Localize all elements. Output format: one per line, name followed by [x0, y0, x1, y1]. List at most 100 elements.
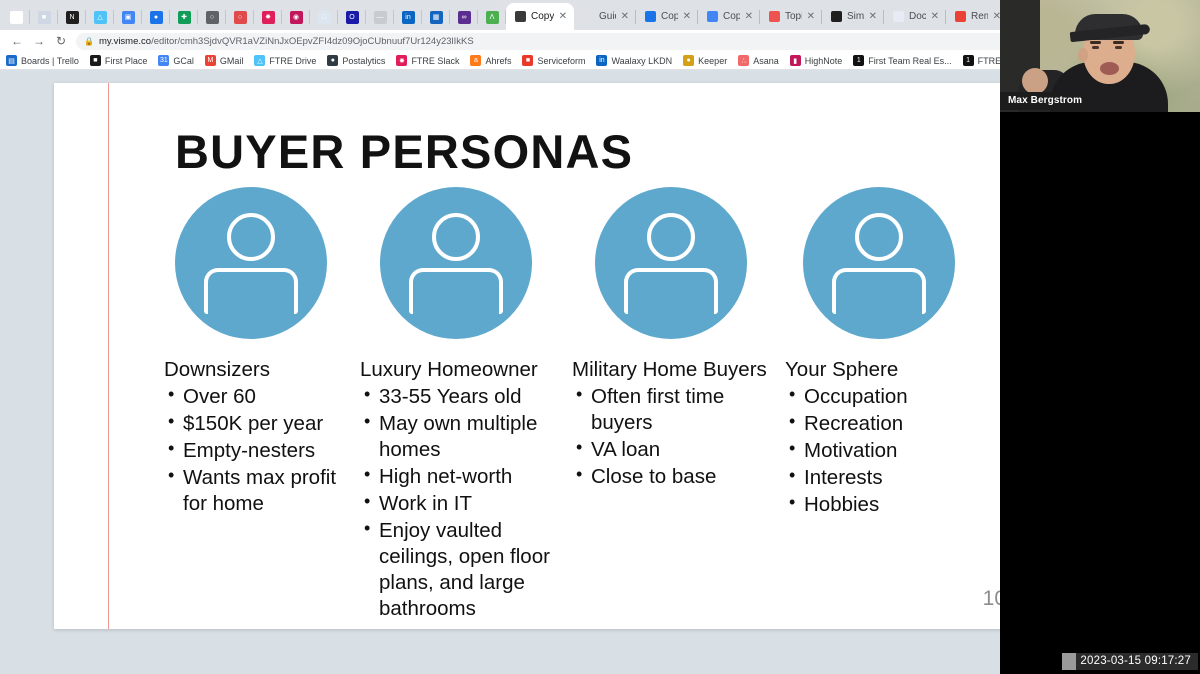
bookmark-item[interactable]: in Waalaxy LKDN — [596, 55, 672, 66]
back-button[interactable]: ← — [6, 32, 28, 50]
bookmark-item[interactable]: a Ahrefs — [470, 55, 511, 66]
pinned-tab-notion[interactable]: N — [58, 4, 86, 30]
lock-icon: 🔒 — [84, 36, 94, 46]
persona-bullet: Often first time buyers — [572, 383, 785, 436]
forward-button[interactable]: → — [28, 32, 50, 50]
persona-bullet: Wants max profit for home — [164, 464, 360, 517]
tab-favicon — [515, 11, 526, 22]
presenter-brow-right — [1113, 41, 1124, 44]
person-icon-head — [432, 213, 480, 261]
bookmark-favicon: 31 — [158, 55, 170, 66]
persona-bullet-list: 33-55 Years oldMay own multiple homesHig… — [360, 383, 572, 622]
browser-tab[interactable]: Topic ✕ — [760, 3, 822, 30]
bookmark-item[interactable]: △ FTRE Drive — [254, 55, 316, 66]
presenter-mouth — [1100, 62, 1119, 75]
pinned-tab-opera[interactable]: O — [338, 4, 366, 30]
presenter-brow-left — [1090, 41, 1101, 44]
pinned-tab-clock[interactable]: ○ — [226, 4, 254, 30]
pinned-tab-calendar-favicon: ▣ — [121, 10, 135, 24]
person-icon-body — [832, 268, 926, 314]
persona-bullet: Over 60 — [164, 383, 360, 410]
pinned-tab-asana[interactable]: Λ — [478, 4, 506, 30]
presenter-eye-right — [1115, 46, 1122, 49]
pinned-tab-infinity[interactable]: ∞ — [450, 4, 478, 30]
persona-bullet: Close to base — [572, 463, 785, 490]
pinned-tab-linkedin[interactable]: in — [394, 4, 422, 30]
bookmark-item[interactable]: 31 GCal — [158, 55, 194, 66]
timestamp-marker — [1062, 653, 1077, 670]
bookmark-item[interactable]: M GMail — [204, 55, 244, 66]
browser-tab[interactable]: Copy ✕ — [506, 3, 574, 30]
bookmark-item[interactable]: ✸ FTRE Slack — [396, 55, 459, 66]
tab-favicon — [893, 11, 904, 22]
persona-column[interactable]: Luxury Homeowner33-55 Years oldMay own m… — [360, 187, 572, 622]
bookmark-item[interactable]: ● Keeper — [683, 55, 727, 66]
persona-column[interactable]: DownsizersOver 60$150K per yearEmpty-nes… — [164, 187, 360, 622]
pinned-tab-highnote[interactable]: ▦ — [422, 4, 450, 30]
tab-close-icon[interactable]: ✕ — [621, 11, 629, 22]
browser-tab[interactable]: Simpl ✕ — [822, 3, 884, 30]
bookmark-item[interactable]: ■ First Place — [89, 55, 147, 66]
tab-close-icon[interactable]: ✕ — [807, 11, 815, 22]
browser-tab[interactable]: Copy ✕ — [636, 3, 698, 30]
persona-bullet: High net-worth — [360, 463, 572, 490]
pinned-tab-2[interactable]: ■ — [30, 4, 58, 30]
pinned-tab-drive[interactable]: △ — [86, 4, 114, 30]
persona-bullet: $150K per year — [164, 410, 360, 437]
browser-tab[interactable]: Copy ✕ — [698, 3, 760, 30]
pinned-tab-chrome[interactable]: ● — [142, 4, 170, 30]
bookmark-favicon: ∴ — [738, 55, 750, 66]
pinned-tab-blank[interactable]: □ — [310, 4, 338, 30]
bookmark-item[interactable]: ▤ Boards | Trello — [6, 55, 79, 66]
slide-canvas[interactable]: BUYER PERSONAS DownsizersOver 60$150K pe… — [54, 83, 1032, 629]
address-bar[interactable]: 🔒 my.visme.co/editor/cmh3SjdvQVR1aVZiNnJ… — [76, 32, 1067, 50]
bookmark-item[interactable]: ▮ HighNote — [789, 55, 843, 66]
pinned-tab-globe[interactable]: ○ — [198, 4, 226, 30]
bookmark-favicon: ■ — [522, 55, 534, 66]
persona-column[interactable]: Your SphereOccupationRecreationMotivatio… — [785, 187, 975, 622]
bookmark-favicon: a — [470, 55, 482, 66]
browser-tab[interactable]: Guide ✕ — [574, 3, 636, 30]
browser-tab[interactable]: Remi✕ — [946, 3, 1008, 30]
presenter-eye-left — [1092, 46, 1099, 49]
person-icon — [380, 187, 532, 339]
tab-label: Simpl — [847, 11, 864, 22]
bookmark-item[interactable]: ∴ Asana — [738, 55, 779, 66]
tab-close-icon[interactable]: ✕ — [931, 11, 939, 22]
slide-title: BUYER PERSONAS — [175, 125, 634, 178]
reload-button[interactable]: ↻ — [50, 32, 72, 50]
persona-bullet: Motivation — [785, 437, 975, 464]
persona-bullet-list: OccupationRecreationMotivationInterestsH… — [785, 383, 975, 518]
browser-tab[interactable]: Docu ✕ — [884, 3, 946, 30]
bookmark-item[interactable]: 1 First Team Real Es... — [853, 55, 952, 66]
bookmark-favicon: ● — [683, 55, 695, 66]
tab-close-icon[interactable]: ✕ — [869, 11, 877, 22]
bookmark-label: GMail — [219, 55, 244, 66]
persona-bullet-list: Often first time buyersVA loanClose to b… — [572, 383, 785, 490]
pinned-tab-calendar[interactable]: ▣ — [114, 4, 142, 30]
pinned-tab-globe-favicon: ○ — [205, 10, 219, 24]
tab-close-icon[interactable]: ✕ — [683, 11, 691, 22]
webcam-overlay[interactable]: Max Bergstrom — [1000, 0, 1200, 112]
pinned-tab-faded[interactable]: — — [366, 4, 394, 30]
bookmark-label: Boards | Trello — [21, 55, 79, 66]
persona-bullet: Interests — [785, 464, 975, 491]
bookmark-label: HighNote — [804, 55, 843, 66]
pinned-tab-slack[interactable]: ✸ — [254, 4, 282, 30]
timestamp-text: 2023-03-15 09:17:27 — [1076, 653, 1198, 670]
pinned-tab-slack-favicon: ✸ — [261, 10, 275, 24]
persona-bullet: May own multiple homes — [360, 410, 572, 463]
tab-close-icon[interactable]: ✕ — [559, 11, 567, 22]
person-icon-head — [227, 213, 275, 261]
pinned-tabs: ⬚ ■ N △ ▣ ● ✚ ○ ○ ✸ ◉ □ O — in ▦ ∞ Λ — [2, 4, 506, 30]
person-icon-body — [409, 268, 503, 314]
tab-label: Guide — [599, 11, 616, 22]
persona-column[interactable]: Military Home BuyersOften first time buy… — [572, 187, 785, 622]
pinned-tab-magenta[interactable]: ◉ — [282, 4, 310, 30]
bookmark-item[interactable]: ■ Serviceform — [522, 55, 585, 66]
pinned-tab-1[interactable]: ⬚ — [2, 4, 30, 30]
pinned-tab-sheets[interactable]: ✚ — [170, 4, 198, 30]
tab-favicon — [955, 11, 966, 22]
tab-close-icon[interactable]: ✕ — [745, 11, 753, 22]
bookmark-item[interactable]: ● Postalytics — [327, 55, 385, 66]
